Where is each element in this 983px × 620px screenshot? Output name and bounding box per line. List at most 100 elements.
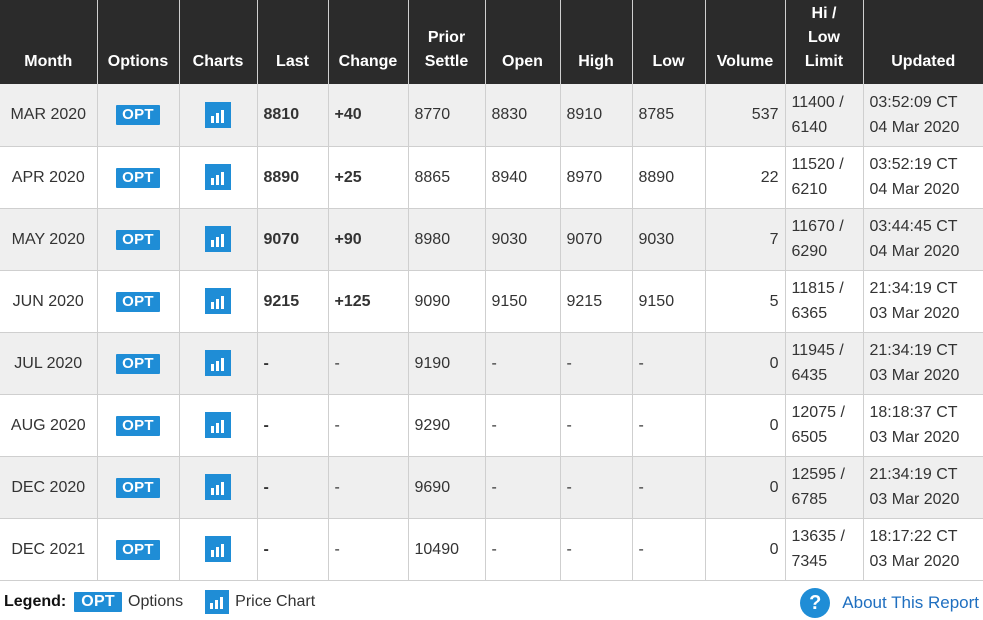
bar-chart-icon[interactable] [205, 226, 231, 252]
cell-volume: 22 [705, 146, 786, 209]
cell-hi-low-limit: 11670 / 6290 [785, 208, 864, 271]
cell-options: OPT [97, 394, 180, 457]
opt-badge-button[interactable]: OPT [116, 167, 160, 188]
cell-prior-settle: 9190 [408, 332, 486, 395]
header-month[interactable]: Month [0, 0, 98, 84]
low-limit: 6505 [791, 429, 828, 446]
cell-high: - [560, 456, 633, 519]
about-report-text[interactable]: About This Report [842, 593, 979, 613]
hi-limit: 12075 / [791, 404, 845, 421]
cell-open: 9030 [485, 208, 561, 271]
updated-time: 03:52:09 CT [869, 93, 958, 111]
cell-high: - [560, 394, 633, 457]
cell-prior-settle: 8980 [408, 208, 486, 271]
cell-change: - [328, 394, 409, 457]
low-limit: 6785 [791, 491, 828, 508]
opt-badge-button[interactable]: OPT [116, 229, 160, 250]
cell-month: DEC 2020 [0, 456, 98, 519]
cell-charts [179, 146, 258, 209]
cell-high: 8970 [560, 146, 633, 209]
bar-chart-icon[interactable] [205, 101, 231, 128]
cell-change: +125 [328, 270, 409, 333]
cell-options: OPT [97, 270, 180, 333]
cell-options: OPT [97, 456, 180, 519]
opt-badge-button[interactable]: OPT [116, 105, 160, 126]
cell-updated: 18:17:22 CT 03 Mar 2020 [863, 518, 983, 581]
header-high[interactable]: High [560, 0, 633, 84]
cell-high: 9070 [560, 208, 633, 271]
cell-low: 8890 [632, 146, 706, 209]
header-change[interactable]: Change [328, 0, 409, 84]
cell-charts [179, 456, 258, 519]
quotes-table: Month Options Charts Last Change Prior Se… [0, 0, 983, 581]
header-charts: Charts [179, 0, 258, 84]
bar-chart-icon[interactable] [205, 164, 231, 190]
bar-chart-icon[interactable] [205, 474, 231, 500]
header-hi-low-limit: Hi / Low Limit [785, 0, 864, 84]
cell-volume: 5 [705, 270, 786, 333]
cell-month: DEC 2021 [0, 518, 98, 581]
legend-opt-badge: OPT [74, 592, 123, 612]
cell-updated: 18:18:37 CT 03 Mar 2020 [863, 394, 983, 457]
bar-chart-icon[interactable] [205, 536, 231, 562]
updated-date: 04 Mar 2020 [869, 118, 960, 136]
cell-last: - [257, 394, 329, 457]
header-volume[interactable]: Volume [705, 0, 786, 84]
cell-options: OPT [97, 332, 180, 395]
bar-chart-icon[interactable] [205, 350, 231, 376]
updated-date: 03 Mar 2020 [869, 429, 960, 446]
cell-options: OPT [97, 146, 180, 209]
cell-open: 8830 [485, 84, 561, 147]
cell-change: +90 [328, 208, 409, 271]
header-prior-settle[interactable]: Prior Settle [408, 0, 486, 84]
cell-options: OPT [97, 208, 180, 271]
opt-badge-button[interactable]: OPT [116, 539, 160, 560]
cell-low: - [632, 394, 706, 457]
question-circle-icon[interactable]: ? [800, 588, 831, 618]
cell-options: OPT [97, 84, 180, 147]
header-options: Options [97, 0, 180, 84]
cell-change: +40 [328, 84, 409, 147]
hi-limit: 11815 / [791, 280, 844, 297]
hi-limit: 11400 / [791, 93, 844, 111]
opt-badge-button[interactable]: OPT [116, 353, 160, 374]
cell-hi-low-limit: 13635 / 7345 [785, 518, 864, 581]
about-report-link[interactable]: ? About This Report [800, 588, 979, 618]
updated-date: 03 Mar 2020 [869, 305, 960, 322]
legend-bar-chart-icon [205, 590, 230, 614]
bar-chart-icon[interactable] [205, 412, 231, 438]
header-open[interactable]: Open [485, 0, 561, 84]
low-limit: 6210 [791, 181, 828, 198]
cell-prior-settle: 8770 [408, 84, 486, 147]
opt-badge-button[interactable]: OPT [116, 477, 160, 498]
cell-updated: 03:44:45 CT 04 Mar 2020 [863, 208, 983, 271]
cell-prior-settle: 9690 [408, 456, 486, 519]
cell-open: - [485, 518, 561, 581]
opt-badge-button[interactable]: OPT [116, 291, 160, 312]
cell-volume: 0 [705, 332, 786, 395]
cell-volume: 537 [705, 84, 786, 147]
cell-change: - [328, 456, 409, 519]
opt-badge-button[interactable]: OPT [116, 415, 160, 436]
cell-month: JUL 2020 [0, 332, 98, 395]
cell-hi-low-limit: 12075 / 6505 [785, 394, 864, 457]
cell-low: - [632, 518, 706, 581]
table-row: MAY 2020 OPT 9070 +90 8980 9030 9070 9030 7 11670… [0, 208, 983, 271]
hi-limit: 11945 / [791, 342, 844, 359]
cell-high: - [560, 518, 633, 581]
cell-prior-settle: 9090 [408, 270, 486, 333]
cell-high: 8910 [560, 84, 633, 147]
cell-open: 9150 [485, 270, 561, 333]
cell-charts [179, 332, 258, 395]
updated-date: 03 Mar 2020 [869, 553, 960, 570]
cell-month: JUN 2020 [0, 270, 98, 333]
table-row: JUN 2020 OPT 9215 +125 9090 9150 9215 9150 5 1181… [0, 270, 983, 333]
bar-chart-icon[interactable] [205, 288, 231, 314]
header-updated[interactable]: Updated [863, 0, 983, 84]
cell-low: 9150 [632, 270, 706, 333]
header-low[interactable]: Low [632, 0, 706, 84]
header-last[interactable]: Last [257, 0, 329, 84]
hi-limit: 11670 / [791, 218, 844, 235]
updated-time: 03:52:19 CT [869, 156, 958, 173]
legend-options-text: Options [128, 593, 184, 610]
